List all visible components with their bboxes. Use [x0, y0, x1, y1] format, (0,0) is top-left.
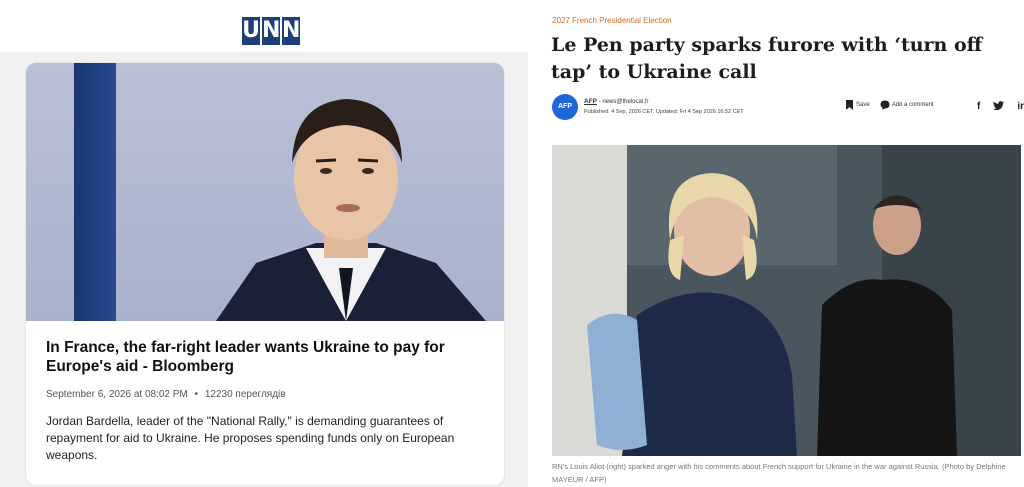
thelocal-panel: 2027 French Presidential Election Le Pen… — [530, 0, 1024, 487]
logo-letter-n2: N — [282, 17, 301, 45]
facebook-icon[interactable]: f — [977, 101, 980, 112]
comment-label: Add a comment — [891, 102, 934, 108]
unn-panel: U N N In France, the far-right leader wa… — [0, 0, 528, 487]
article-views: 12230 переглядів — [204, 389, 286, 400]
twitter-icon[interactable] — [993, 101, 1005, 111]
author-email[interactable]: news@thelocal.fr — [602, 99, 648, 105]
article-headline: Le Pen party sparks furore with ‘turn of… — [551, 34, 983, 83]
article-lede: Jordan Bardella, leader of the "National… — [46, 414, 455, 462]
add-comment-button[interactable]: Add a comment — [880, 100, 934, 110]
logo-letter-n1: N — [262, 17, 281, 45]
portrait-illustration — [216, 99, 486, 321]
save-button[interactable]: Save — [845, 100, 870, 110]
meta-separator: • — [194, 389, 199, 400]
bookmark-icon — [846, 100, 853, 110]
article-meta: September 6, 2026 at 08:02 PM • 12230 пе… — [46, 389, 286, 400]
author-line: AFP - news@thelocal.fr — [584, 98, 648, 105]
photo-caption: RN's Louis Aliot (right) sparked anger w… — [552, 462, 1006, 484]
article-photo[interactable] — [552, 145, 1021, 456]
unn-logo[interactable]: U N N — [242, 17, 300, 45]
author-link[interactable]: AFP — [584, 98, 597, 105]
logo-letter-u: U — [242, 17, 260, 45]
publish-dates: Published: 4 Sep, 2026 CET. Updated: Fri… — [584, 109, 744, 115]
linkedin-icon[interactable]: in — [1017, 101, 1024, 112]
comment-icon — [880, 100, 890, 110]
section-kicker[interactable]: 2027 French Presidential Election — [552, 16, 672, 25]
article-date: September 6, 2026 at 08:02 PM — [46, 389, 188, 400]
flag-shape — [74, 63, 116, 321]
article-card[interactable]: In France, the far-right leader wants Uk… — [26, 63, 504, 485]
save-label: Save — [856, 102, 870, 108]
byline: AFP AFP - news@thelocal.fr Published: 4 … — [552, 94, 1024, 124]
article-actions: Save Add a comment — [845, 100, 934, 110]
article-hero-image[interactable] — [26, 63, 504, 321]
published-date: Published: 4 Sep, 2026 CET. — [584, 109, 655, 115]
photo-illustration — [552, 145, 1021, 456]
afp-avatar[interactable]: AFP — [552, 94, 578, 120]
social-share: f in — [977, 101, 1024, 112]
updated-date: Updated: Fri 4 Sep 2026 16:52 CET — [655, 109, 744, 115]
article-title[interactable]: In France, the far-right leader wants Uk… — [46, 338, 486, 376]
